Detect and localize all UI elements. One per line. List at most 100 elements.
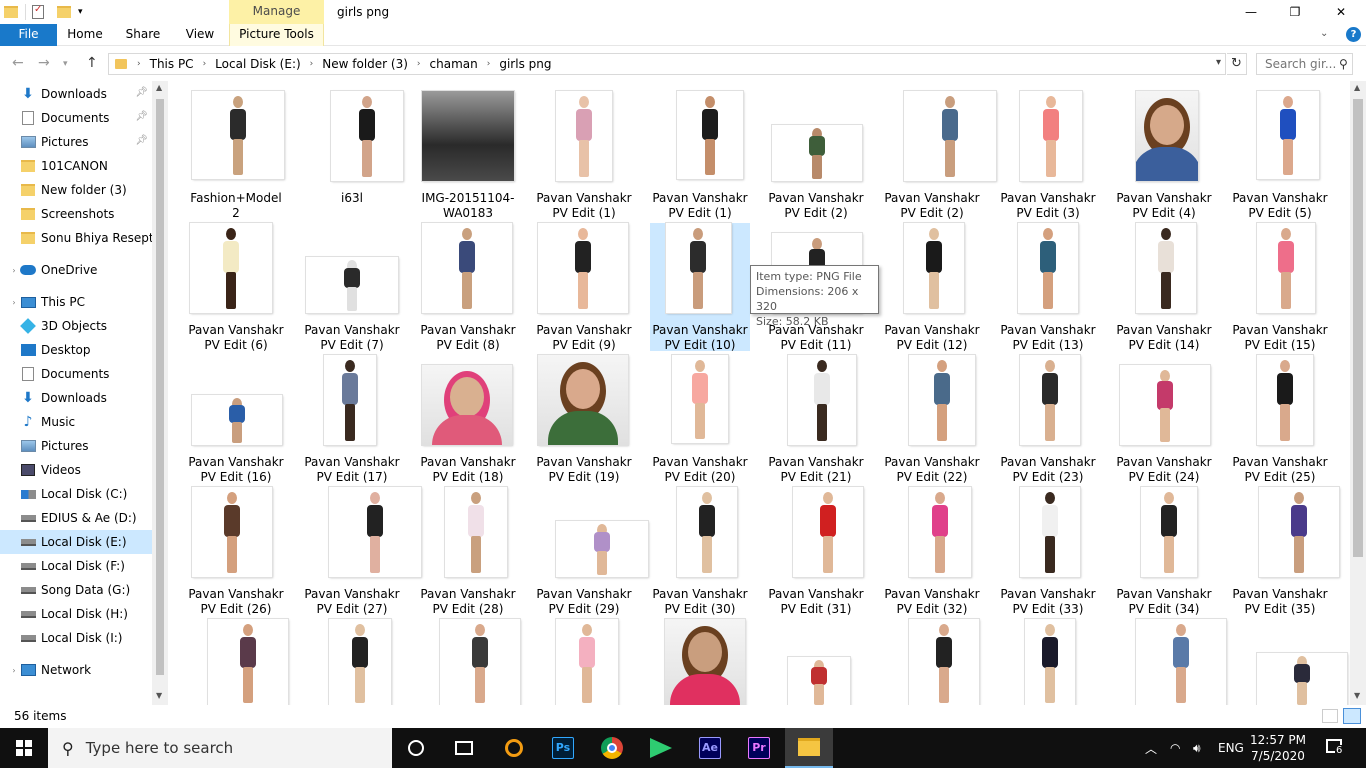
after-effects-icon[interactable]: Ae: [686, 728, 734, 768]
file-item[interactable]: Pavan Vanshakr PV Edit (10): [650, 223, 750, 352]
expand-ribbon-icon[interactable]: ⌄: [1320, 28, 1328, 39]
taskbar-search[interactable]: ⚲ Type here to search: [48, 728, 392, 768]
tab-view[interactable]: View: [173, 24, 227, 46]
file-item[interactable]: Pavan Vanshakr PV Edit (35): [1230, 487, 1340, 616]
chevron-right-icon[interactable]: ›: [8, 298, 20, 307]
tab-share[interactable]: Share: [115, 24, 171, 46]
file-item[interactable]: Pavan Vanshakr PV Edit (27): [302, 487, 422, 616]
manage-tab[interactable]: Manage: [229, 0, 324, 24]
notifications-icon[interactable]: 6: [1318, 736, 1354, 760]
sidebar-item[interactable]: › This PC: [0, 290, 152, 314]
large-icons-view-icon[interactable]: [1343, 708, 1361, 724]
tab-file[interactable]: File: [0, 24, 57, 46]
help-icon[interactable]: ?: [1346, 27, 1361, 42]
breadcrumb-girls-png[interactable]: girls png: [499, 57, 551, 71]
file-item[interactable]: Pavan Vanshakr PV Edit (1): [534, 91, 634, 220]
scroll-down-icon[interactable]: ▼: [156, 691, 162, 700]
file-item[interactable]: Pavan Vanshakr PV Edit (12): [882, 223, 982, 352]
up-arrow-icon[interactable]: ↑: [86, 55, 98, 71]
file-item[interactable]: Pavan Vanshakr PV Edit (9): [534, 223, 634, 352]
volume-icon[interactable]: 🔊︎: [1193, 728, 1201, 768]
file-item[interactable]: Pavan Vanshakr PV Edit (18): [418, 355, 518, 484]
sidebar-item[interactable]: New folder (3): [0, 178, 152, 202]
sidebar-item[interactable]: Pictures: [0, 434, 152, 458]
chevron-right-icon[interactable]: ›: [310, 59, 314, 69]
chevron-right-icon[interactable]: ›: [203, 59, 207, 69]
sidebar-item[interactable]: Local Disk (H:): [0, 602, 152, 626]
file-item[interactable]: Pavan Vanshakr PV Edit (31): [766, 487, 866, 616]
sidebar-item[interactable]: ⬇ Downloads 📌︎: [0, 82, 152, 106]
sidebar-item[interactable]: Documents: [0, 362, 152, 386]
file-item[interactable]: Pavan Vanshakr PV Edit (17): [302, 355, 402, 484]
chevron-right-icon[interactable]: ›: [487, 59, 491, 69]
sidebar-item[interactable]: ♪ Music: [0, 410, 152, 434]
file-item[interactable]: Pavan Vanshakr PV Edit (23): [998, 355, 1098, 484]
scroll-up-icon[interactable]: ▲: [156, 83, 162, 92]
sidebar-item[interactable]: 101CANON: [0, 154, 152, 178]
sidebar-item[interactable]: EDIUS & Ae (D:): [0, 506, 152, 530]
file-item[interactable]: Pavan Vanshakr PV Edit (21): [766, 355, 866, 484]
breadcrumb-new-folder-3[interactable]: New folder (3): [322, 57, 408, 71]
content-scroll-thumb[interactable]: [1353, 99, 1363, 557]
sidebar-item[interactable]: Sonu Bhiya Resept: [0, 226, 152, 250]
sidebar-item[interactable]: Videos: [0, 458, 152, 482]
breadcrumb-chaman[interactable]: chaman: [430, 57, 478, 71]
clock[interactable]: 12:57 PM 7/5/2020: [1250, 732, 1306, 764]
file-item[interactable]: Pavan Vanshakr PV Edit (1): [650, 91, 750, 220]
file-item[interactable]: Pavan Vanshakr PV Edit (5): [1230, 91, 1330, 220]
premiere-icon[interactable]: Pr: [735, 728, 783, 768]
file-item[interactable]: Pavan Vanshakr PV Edit (2): [882, 91, 996, 220]
sidebar-item[interactable]: Local Disk (F:): [0, 554, 152, 578]
file-item[interactable]: [766, 619, 866, 705]
sidebar-item[interactable]: Song Data (G:): [0, 578, 152, 602]
forward-arrow-icon[interactable]: →: [38, 55, 50, 71]
file-item[interactable]: Pavan Vanshakr PV Edit (28): [418, 487, 518, 616]
sidebar-item[interactable]: Screenshots: [0, 202, 152, 226]
photoshop-icon[interactable]: Ps: [539, 728, 587, 768]
sidebar-item[interactable]: Pictures 📌︎: [0, 130, 152, 154]
file-item[interactable]: [998, 619, 1098, 705]
file-item[interactable]: Pavan Vanshakr PV Edit (4): [1114, 91, 1214, 220]
chevron-right-icon[interactable]: ›: [8, 666, 20, 675]
file-item[interactable]: Pavan Vanshakr PV Edit (26): [186, 487, 286, 616]
file-item[interactable]: [302, 619, 402, 705]
show-hidden-icons[interactable]: ︿: [1145, 728, 1157, 768]
file-item[interactable]: Pavan Vanshakr PV Edit (8): [418, 223, 518, 352]
tab-picture-tools[interactable]: Picture Tools: [229, 24, 324, 46]
file-item[interactable]: [882, 619, 982, 705]
file-item[interactable]: Pavan Vanshakr PV Edit (33): [998, 487, 1098, 616]
file-item[interactable]: [650, 619, 750, 705]
filmora-icon[interactable]: [637, 728, 685, 768]
file-item[interactable]: IMG-20151104-WA0183: [418, 91, 518, 220]
file-item[interactable]: Pavan Vanshakr PV Edit (3): [998, 91, 1098, 220]
cortana-icon[interactable]: [392, 728, 440, 768]
file-item[interactable]: [534, 619, 634, 705]
search-box[interactable]: ⚲: [1256, 53, 1353, 75]
file-explorer-icon[interactable]: [785, 728, 833, 768]
file-item[interactable]: Pavan Vanshakr PV Edit (15): [1230, 223, 1330, 352]
customize-toolbar-icon[interactable]: ▾: [78, 3, 83, 21]
recent-locations-icon[interactable]: ▾: [63, 59, 68, 69]
content-scrollbar[interactable]: ▲ ▼: [1350, 81, 1366, 705]
sidebar-scroll-thumb[interactable]: [156, 99, 164, 675]
sidebar-item[interactable]: Local Disk (E:): [0, 530, 152, 554]
sidebar-item[interactable]: Local Disk (I:): [0, 626, 152, 650]
scroll-down-icon[interactable]: ▼: [1354, 691, 1360, 700]
sidebar-item[interactable]: ⬇ Downloads: [0, 386, 152, 410]
sidebar-item[interactable]: Desktop: [0, 338, 152, 362]
file-item[interactable]: Fashion+Model2: [186, 91, 286, 220]
file-item[interactable]: Pavan Vanshakr PV Edit (24): [1114, 355, 1214, 484]
file-item[interactable]: Pavan Vanshakr PV Edit (32): [882, 487, 982, 616]
file-item[interactable]: Pavan Vanshakr PV Edit (6): [186, 223, 286, 352]
file-item[interactable]: Pavan Vanshakr PV Edit (30): [650, 487, 750, 616]
file-item[interactable]: [418, 619, 520, 705]
file-item[interactable]: Pavan Vanshakr PV Edit (25): [1230, 355, 1330, 484]
file-item[interactable]: Pavan Vanshakr PV Edit (34): [1114, 487, 1214, 616]
sidebar-item[interactable]: Documents 📌︎: [0, 106, 152, 130]
file-item[interactable]: Pavan Vanshakr PV Edit (29): [534, 487, 648, 616]
sidebar-item[interactable]: 3D Objects: [0, 314, 152, 338]
address-bar[interactable]: › This PC › Local Disk (E:) › New folder…: [108, 53, 1226, 75]
search-app-icon[interactable]: [490, 728, 538, 768]
file-item[interactable]: i63l: [302, 91, 404, 219]
details-view-icon[interactable]: [1322, 709, 1338, 723]
